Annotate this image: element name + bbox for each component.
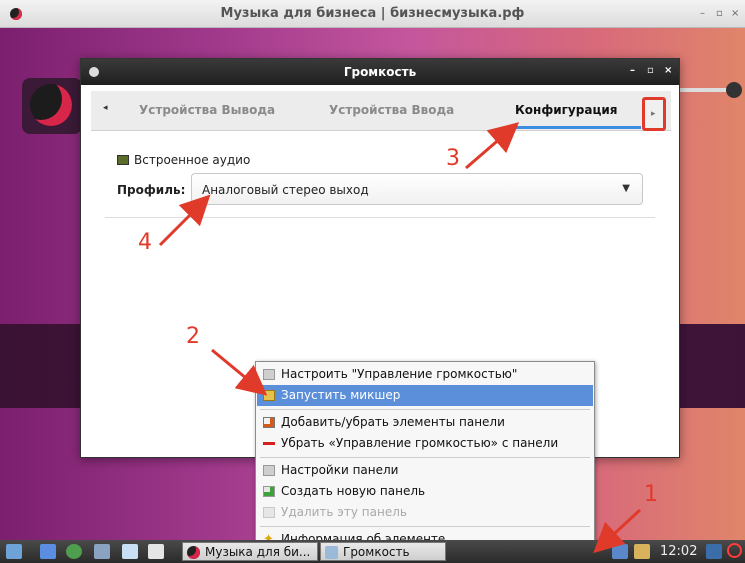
show-desktop-icon[interactable] xyxy=(40,544,56,559)
active-tab-indicator xyxy=(511,126,641,129)
menu-separator xyxy=(260,457,590,458)
dialog-close-button[interactable]: × xyxy=(664,65,672,76)
menu-item-label: Добавить/убрать элементы панели xyxy=(281,415,505,429)
chevron-down-icon: ▼ xyxy=(622,183,630,194)
menu-separator xyxy=(260,526,590,527)
outer-window-title: Музыка для бизнеса | бизнесмузыка.рф xyxy=(220,6,525,21)
menu-item-remove-volume-from-panel[interactable]: Убрать «Управление громкостью» с панели xyxy=(257,433,593,454)
browser-icon[interactable] xyxy=(66,544,82,559)
taskbar-task-music[interactable]: Музыка для би... xyxy=(182,542,318,561)
vinyl-logo-icon xyxy=(187,546,200,559)
outer-window-titlebar: Музыка для бизнеса | бизнесмузыка.рф – ▫… xyxy=(0,0,745,28)
volume-app-icon xyxy=(325,546,338,559)
network-icon[interactable] xyxy=(612,544,628,559)
close-button[interactable]: × xyxy=(731,8,739,19)
taskbar-task-volume[interactable]: Громкость xyxy=(320,542,446,561)
profile-select[interactable]: Аналоговый стерео выход ▼ xyxy=(191,173,643,205)
dialog-minimize-button[interactable]: – xyxy=(630,65,635,76)
tab-output-devices[interactable]: Устройства Вывода xyxy=(139,103,275,117)
vinyl-logo-icon xyxy=(30,84,72,126)
edit-icon xyxy=(263,417,275,428)
menu-item-launch-mixer[interactable]: Запустить микшер xyxy=(257,385,593,406)
menu-item-panel-settings[interactable]: Настройки панели xyxy=(257,460,593,481)
dialog-titlebar: Громкость – ▫ × xyxy=(81,59,679,85)
divider xyxy=(105,217,655,218)
dialog-title: Громкость xyxy=(343,65,417,79)
sound-card-icon xyxy=(117,155,129,165)
menu-item-configure-volume[interactable]: Настроить "Управление громкостью" xyxy=(257,364,593,385)
device-name: Встроенное аудио xyxy=(134,153,251,167)
tab-scroll-right-button[interactable]: ▸ xyxy=(642,97,666,131)
power-icon[interactable] xyxy=(727,543,742,558)
clock[interactable]: 12:02 xyxy=(660,544,697,559)
tab-input-devices[interactable]: Устройства Ввода xyxy=(329,103,454,117)
new-panel-icon xyxy=(263,486,275,497)
remove-icon xyxy=(263,442,275,445)
menu-item-delete-panel: Удалить эту панель xyxy=(257,502,593,523)
menu-item-create-new-panel[interactable]: Создать новую панель xyxy=(257,481,593,502)
taskbar: Музыка для би... Громкость 12:02 xyxy=(0,540,745,563)
annotation-number-3: 3 xyxy=(446,146,460,171)
menu-item-add-remove-panel-items[interactable]: Добавить/убрать элементы панели xyxy=(257,412,593,433)
profile-label: Профиль: xyxy=(117,183,186,197)
annotation-number-1: 1 xyxy=(644,482,658,507)
tab-bar: ◂ Устройства Вывода Устройства Ввода Кон… xyxy=(91,91,671,131)
menu-item-label: Настройки панели xyxy=(281,463,399,477)
profile-select-value: Аналоговый стерео выход xyxy=(202,183,369,197)
tab-scroll-left-icon[interactable]: ◂ xyxy=(103,103,108,113)
file-manager-icon[interactable] xyxy=(94,544,110,559)
settings-icon xyxy=(263,369,275,380)
dialog-maximize-button[interactable]: ▫ xyxy=(647,65,654,76)
menu-item-label: Запустить микшер xyxy=(281,388,401,402)
clipboard-icon[interactable] xyxy=(634,544,650,559)
annotation-number-4: 4 xyxy=(138,230,152,255)
workspace-2-icon[interactable] xyxy=(148,544,164,559)
tab-scroll-right-icon: ▸ xyxy=(651,109,656,119)
menu-item-label: Удалить эту панель xyxy=(281,505,407,519)
tab-configuration[interactable]: Конфигурация xyxy=(515,103,617,117)
workspace-1-icon[interactable] xyxy=(122,544,138,559)
menu-item-label: Убрать «Управление громкостью» с панели xyxy=(281,436,559,450)
maximize-button[interactable]: ▫ xyxy=(716,8,723,19)
mixer-icon xyxy=(263,390,275,401)
menu-item-label: Настроить "Управление громкостью" xyxy=(281,367,518,381)
taskbar-task-label: Громкость xyxy=(343,545,410,559)
annotation-number-2: 2 xyxy=(186,324,200,349)
menu-separator xyxy=(260,409,590,410)
menu-item-label: Создать новую панель xyxy=(281,484,426,498)
panel-context-menu: Настроить "Управление громкостью" Запуст… xyxy=(255,361,595,551)
device-row: Встроенное аудио xyxy=(117,153,250,167)
delete-panel-icon xyxy=(263,507,275,518)
start-menu-icon[interactable] xyxy=(6,544,22,559)
taskbar-task-label: Музыка для би... xyxy=(205,545,311,559)
volume-slider-knob[interactable] xyxy=(726,82,742,98)
screen-icon[interactable] xyxy=(706,544,722,559)
panel-settings-icon xyxy=(263,465,275,476)
minimize-button[interactable]: – xyxy=(700,8,705,19)
